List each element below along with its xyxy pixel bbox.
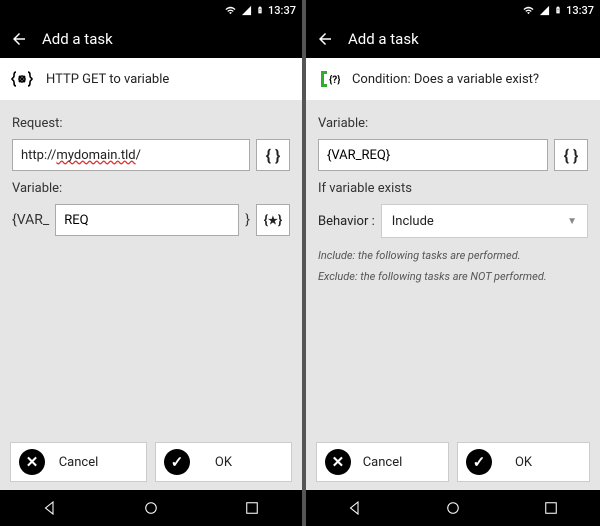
insert-variable-button[interactable]: { } <box>554 139 588 171</box>
battery-icon <box>554 4 562 16</box>
nav-home-icon[interactable] <box>444 499 462 517</box>
variable-picker-button[interactable]: {★} <box>256 204 290 236</box>
nav-recent-icon[interactable] <box>243 499 261 517</box>
battery-icon <box>256 4 264 16</box>
nav-back-icon[interactable] <box>346 499 364 517</box>
cancel-icon: ✕ <box>325 449 351 475</box>
insert-variable-button[interactable]: { } <box>256 139 290 171</box>
status-bar: 13:37 <box>306 0 600 20</box>
request-input[interactable]: http://mydomain.tld/ <box>12 139 250 171</box>
ok-button[interactable]: ✓ OK <box>155 442 292 482</box>
ok-label: OK <box>215 455 232 470</box>
status-bar: 13:37 <box>0 0 302 20</box>
behavior-value: Include <box>392 214 434 229</box>
var-suffix-label: } <box>245 212 250 228</box>
braces-icon: { } <box>266 146 281 165</box>
back-icon[interactable] <box>316 30 334 48</box>
nav-home-icon[interactable] <box>142 499 160 517</box>
ok-button[interactable]: ✓ OK <box>457 442 590 482</box>
nav-back-icon[interactable] <box>41 499 59 517</box>
variable-input[interactable] <box>318 139 548 171</box>
signal-icon <box>241 5 252 16</box>
behavior-select[interactable]: Include ▼ <box>381 204 588 238</box>
cancel-button[interactable]: ✕ Cancel <box>316 442 449 482</box>
status-time: 13:37 <box>566 4 594 17</box>
http-get-icon <box>10 67 34 91</box>
variable-label: Variable: <box>12 181 290 196</box>
variable-label: Variable: <box>318 116 588 131</box>
signal-icon <box>539 5 550 16</box>
ok-label: OK <box>515 455 532 470</box>
app-bar: Add a task <box>0 20 302 58</box>
nav-bar <box>0 490 302 526</box>
app-bar-title: Add a task <box>42 30 113 48</box>
variable-name-input[interactable] <box>55 204 239 236</box>
cancel-label: Cancel <box>59 455 99 470</box>
wifi-icon <box>224 5 237 16</box>
wifi-icon <box>522 5 535 16</box>
behavior-label: Behavior : <box>318 214 375 229</box>
app-bar-title: Add a task <box>348 30 419 48</box>
svg-text:{?}: {?} <box>329 74 340 86</box>
nav-bar <box>306 490 600 526</box>
chevron-down-icon: ▼ <box>567 216 577 227</box>
ok-icon: ✓ <box>466 449 492 475</box>
task-title: Condition: Does a variable exist? <box>352 72 539 87</box>
cancel-icon: ✕ <box>19 449 45 475</box>
task-header: HTTP GET to variable <box>0 58 302 100</box>
var-prefix-label: {VAR_ <box>12 212 49 228</box>
phone-left: 13:37 Add a task HTTP GET to variable Re… <box>0 0 302 526</box>
dialog-buttons: ✕ Cancel ✓ OK <box>0 434 302 490</box>
app-bar: Add a task <box>306 20 600 58</box>
ok-icon: ✓ <box>164 449 190 475</box>
if-exists-label: If variable exists <box>318 181 588 196</box>
cancel-button[interactable]: ✕ Cancel <box>10 442 147 482</box>
braces-star-icon: {★} <box>264 213 282 228</box>
content-area: Variable: { } If variable exists Behavio… <box>306 100 600 434</box>
task-header: {?} Condition: Does a variable exist? <box>306 58 600 100</box>
back-icon[interactable] <box>10 30 28 48</box>
dialog-buttons: ✕ Cancel ✓ OK <box>306 434 600 490</box>
task-title: HTTP GET to variable <box>46 72 169 87</box>
phone-right: 13:37 Add a task {?} Condition: Does a v… <box>306 0 600 526</box>
braces-icon: { } <box>564 146 579 165</box>
content-area: Request: http://mydomain.tld/ { } Variab… <box>0 100 302 434</box>
nav-recent-icon[interactable] <box>542 499 560 517</box>
cancel-label: Cancel <box>363 455 403 470</box>
condition-icon: {?} <box>316 67 340 91</box>
help-exclude: Exclude: the following tasks are NOT per… <box>318 269 588 284</box>
request-label: Request: <box>12 116 290 131</box>
help-include: Include: the following tasks are perform… <box>318 248 588 263</box>
status-time: 13:37 <box>268 4 296 17</box>
